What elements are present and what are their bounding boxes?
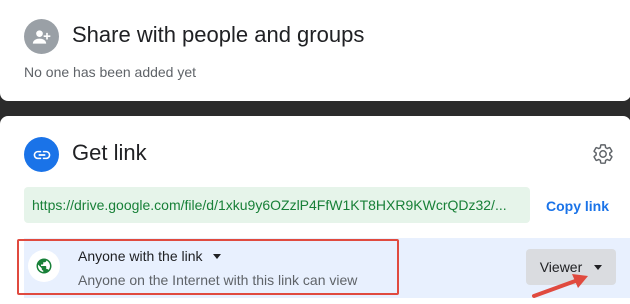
chevron-down-icon [594, 264, 603, 270]
access-description: Anyone on the Internet with this link ca… [78, 272, 358, 288]
globe-icon [28, 250, 60, 282]
access-level-dropdown[interactable]: Anyone with the link [78, 248, 221, 264]
role-dropdown-button[interactable]: Viewer [526, 249, 616, 285]
link-url-text[interactable]: https://drive.google.com/file/d/1xku9y6O… [32, 197, 507, 213]
link-icon [24, 137, 59, 172]
role-label: Viewer [539, 259, 583, 275]
get-link-title: Get link [72, 140, 147, 165]
add-person-icon [24, 19, 59, 54]
share-empty-text: No one has been added yet [24, 64, 197, 80]
access-level-label: Anyone with the link [78, 248, 203, 264]
copy-link-button[interactable]: Copy link [546, 198, 609, 214]
share-card: Share with people and groups No one has … [0, 0, 630, 101]
gear-icon[interactable] [591, 142, 615, 166]
share-title[interactable]: Share with people and groups [72, 22, 364, 48]
chevron-down-icon [212, 253, 221, 259]
link-url-box[interactable]: https://drive.google.com/file/d/1xku9y6O… [24, 187, 530, 223]
